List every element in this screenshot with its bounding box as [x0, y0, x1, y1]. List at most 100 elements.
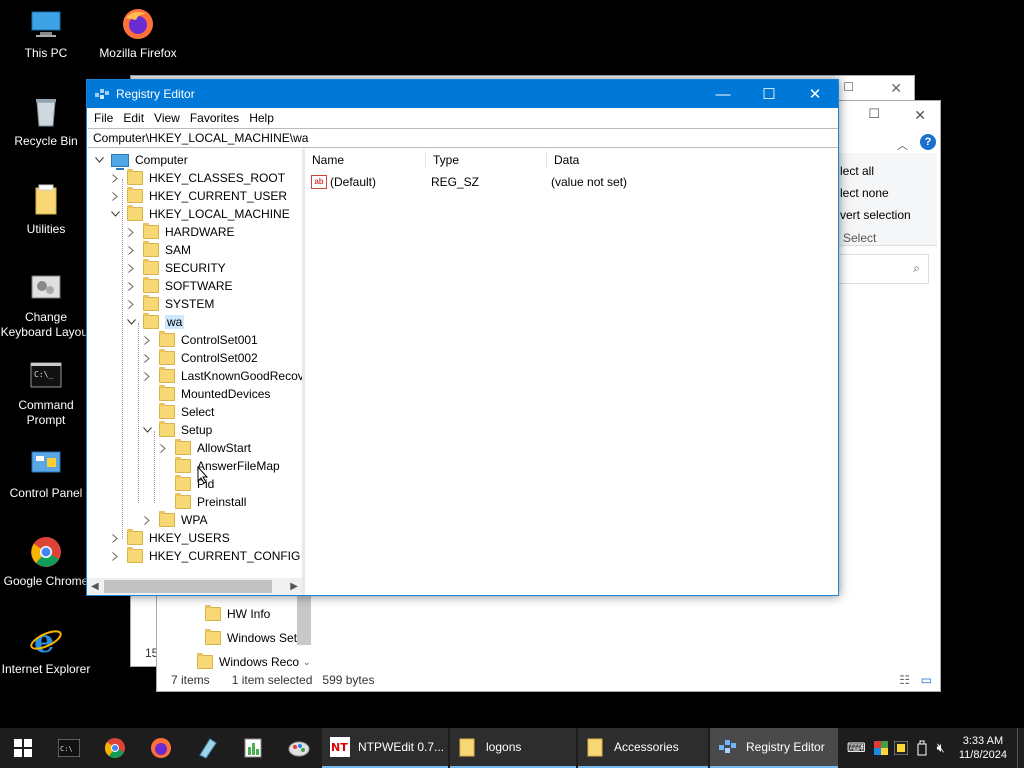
- network-icon[interactable]: ⌨: [847, 740, 866, 756]
- taskbar-logons[interactable]: logons: [450, 728, 576, 768]
- volume-muted-icon[interactable]: 🔇︎: [937, 740, 945, 756]
- chevron-right-icon[interactable]: [109, 172, 121, 184]
- tree-item[interactable]: HKEY_CURRENT_USER: [109, 187, 287, 205]
- menu-favorites[interactable]: Favorites: [185, 111, 244, 125]
- chevron-down-icon[interactable]: [125, 316, 137, 328]
- tree-item[interactable]: Setup: [141, 421, 212, 439]
- tree-item[interactable]: HARDWARE: [125, 223, 235, 241]
- ribbon-select-all[interactable]: lect all: [840, 164, 874, 178]
- taskbar-command-prompt[interactable]: C:\: [46, 728, 92, 768]
- show-desktop-button[interactable]: [1017, 728, 1024, 768]
- close-icon[interactable]: ✕: [914, 107, 926, 124]
- tree-item[interactable]: Select: [141, 403, 214, 421]
- column-header-type[interactable]: Type: [426, 151, 547, 169]
- scroll-right-icon[interactable]: ▶: [290, 581, 298, 592]
- taskbar-accessories[interactable]: Accessories: [578, 728, 708, 768]
- taskbar-registry-editor[interactable]: Registry Editor: [710, 728, 838, 768]
- chevron-down-icon[interactable]: [109, 208, 121, 220]
- taskbar-app-notepad[interactable]: [184, 728, 230, 768]
- desktop-icon-internet-explorer[interactable]: e Internet Explorer: [0, 622, 92, 677]
- scrollbar-thumb[interactable]: [104, 580, 272, 593]
- chevron-down-icon[interactable]: [93, 154, 105, 166]
- chevron-right-icon[interactable]: [141, 370, 153, 382]
- tree-item[interactable]: wa: [125, 313, 185, 331]
- column-header-data[interactable]: Data: [547, 151, 754, 169]
- value-row[interactable]: ab (Default) REG_SZ (value not set): [305, 172, 838, 192]
- chevron-right-icon[interactable]: [109, 550, 121, 562]
- desktop-icon-firefox[interactable]: Mozilla Firefox: [92, 6, 184, 61]
- chevron-down-icon[interactable]: [141, 424, 153, 436]
- chevron-right-icon[interactable]: [125, 298, 137, 310]
- tray-app-icon[interactable]: [893, 741, 908, 755]
- tree-item[interactable]: Preinstall: [157, 493, 246, 511]
- chevron-right-icon[interactable]: [141, 514, 153, 526]
- chevron-right-icon[interactable]: [109, 190, 121, 202]
- desktop-icon-chrome[interactable]: Google Chrome: [0, 534, 92, 589]
- desktop-icon-utilities[interactable]: Utilities: [0, 182, 92, 237]
- menu-edit[interactable]: Edit: [118, 111, 149, 125]
- taskbar-app-paint[interactable]: [276, 728, 322, 768]
- tree-item[interactable]: SOFTWARE: [125, 277, 233, 295]
- chevron-right-icon[interactable]: [125, 226, 137, 238]
- clock[interactable]: 3:33 AM 11/8/2024: [949, 734, 1017, 762]
- tree-item[interactable]: HKEY_CLASSES_ROOT: [109, 169, 285, 187]
- desktop-icon-command-prompt[interactable]: C:\_ Command Prompt: [0, 358, 92, 428]
- desktop-icon-change-keyboard-layout[interactable]: Change Keyboard Layout: [0, 270, 92, 340]
- tree-item[interactable]: WPA: [141, 511, 207, 529]
- details-view-icon[interactable]: ☷: [899, 673, 910, 687]
- nav-item[interactable]: Windows Reco ⌄: [197, 653, 311, 669]
- key-tree[interactable]: ◀ ▶ Computer HKEY_CLASSES_ROOT HKEY_CURREN…: [87, 149, 305, 595]
- minimize-button[interactable]: —: [700, 80, 746, 108]
- taskbar-firefox[interactable]: [138, 728, 184, 768]
- tree-item[interactable]: HKEY_CURRENT_CONFIG: [109, 547, 300, 565]
- usb-drive-icon[interactable]: [916, 740, 928, 756]
- nav-item[interactable]: Windows Setu: [205, 629, 304, 645]
- ribbon-invert-selection[interactable]: vert selection: [840, 208, 911, 222]
- chevron-right-icon[interactable]: [157, 442, 169, 454]
- large-icons-view-icon[interactable]: ▭: [921, 673, 932, 687]
- column-header-name[interactable]: Name: [305, 151, 426, 169]
- menu-help[interactable]: Help: [244, 111, 279, 125]
- tree-item[interactable]: AllowStart: [157, 439, 251, 457]
- desktop-icon-control-panel[interactable]: Control Panel: [0, 446, 92, 501]
- tree-item[interactable]: HKEY_USERS: [109, 529, 230, 547]
- taskbar-ntpwedit[interactable]: NT NTPWEdit 0.7...: [322, 728, 448, 768]
- taskbar-app-spreadsheet[interactable]: [230, 728, 276, 768]
- start-button[interactable]: [0, 728, 46, 768]
- menu-view[interactable]: View: [149, 111, 185, 125]
- scroll-left-icon[interactable]: ◀: [91, 581, 99, 592]
- chevron-right-icon[interactable]: [125, 262, 137, 274]
- menu-file[interactable]: File: [89, 111, 118, 125]
- taskbar-chrome[interactable]: [92, 728, 138, 768]
- chevron-down-icon[interactable]: ⌄: [303, 657, 311, 668]
- tree-item[interactable]: MountedDevices: [141, 385, 270, 403]
- nav-item[interactable]: HW Info: [205, 605, 270, 621]
- desktop-icon-this-pc[interactable]: This PC: [0, 6, 92, 61]
- tree-item[interactable]: SAM: [125, 241, 191, 259]
- chevron-right-icon[interactable]: [141, 334, 153, 346]
- ribbon-select-none[interactable]: lect none: [840, 186, 889, 200]
- maximize-button[interactable]: ☐: [746, 80, 792, 108]
- chevron-right-icon[interactable]: [109, 532, 121, 544]
- chevron-right-icon[interactable]: [125, 244, 137, 256]
- color-display-icon[interactable]: [873, 741, 888, 755]
- desktop-icon-recycle-bin[interactable]: Recycle Bin: [0, 94, 92, 149]
- chevron-right-icon[interactable]: [125, 280, 137, 292]
- values-list[interactable]: Name Type Data ab (Default) REG_SZ (valu…: [305, 149, 838, 595]
- chevron-up-icon[interactable]: ︿: [897, 137, 908, 153]
- tree-item[interactable]: SECURITY: [125, 259, 226, 277]
- registry-editor-window[interactable]: Registry Editor — ☐ ✕ File Edit View Fav…: [86, 79, 839, 596]
- scrollbar-thumb[interactable]: [297, 595, 311, 645]
- search-box[interactable]: ⌕: [837, 254, 929, 284]
- close-icon[interactable]: ✕: [890, 80, 902, 97]
- help-icon[interactable]: ?: [920, 134, 936, 150]
- tree-item[interactable]: SYSTEM: [125, 295, 214, 313]
- tree-item[interactable]: HKEY_LOCAL_MACHINE: [109, 205, 290, 223]
- address-path[interactable]: Computer\HKEY_LOCAL_MACHINE\wa: [93, 131, 308, 145]
- title-bar[interactable]: Registry Editor — ☐ ✕: [87, 80, 838, 108]
- horizontal-scrollbar[interactable]: ◀ ▶: [87, 578, 302, 595]
- maximize-icon[interactable]: ☐: [843, 80, 854, 94]
- tree-item[interactable]: ControlSet002: [141, 349, 258, 367]
- maximize-icon[interactable]: ☐: [868, 106, 880, 122]
- tree-item[interactable]: LastKnownGoodRecove: [141, 367, 302, 385]
